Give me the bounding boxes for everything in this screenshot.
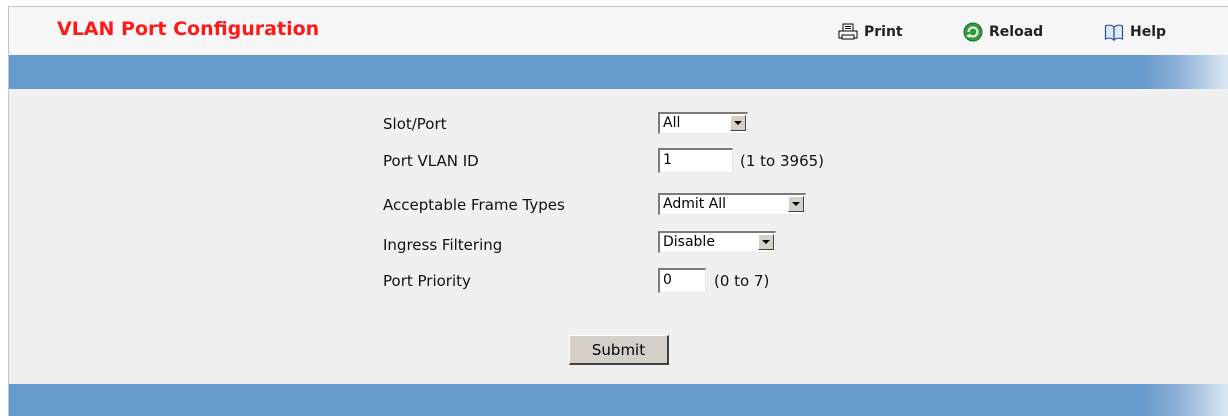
ingress-filtering-label: Ingress Filtering	[383, 236, 503, 254]
slot-port-dropdown-button[interactable]	[730, 115, 746, 131]
bottom-band	[9, 384, 1228, 416]
help-button[interactable]: Help	[1104, 22, 1166, 42]
chevron-down-icon	[762, 240, 770, 244]
page-title: VLAN Port Configuration	[57, 18, 320, 40]
print-button[interactable]: Print	[838, 22, 903, 42]
reload-icon	[963, 22, 983, 42]
submit-button[interactable]: Submit	[569, 335, 669, 365]
reload-button[interactable]: Reload	[963, 22, 1043, 42]
reload-label: Reload	[989, 24, 1044, 40]
port-vlan-id-label: Port VLAN ID	[383, 152, 479, 170]
slot-port-label: Slot/Port	[383, 115, 447, 133]
acceptable-frame-types-select[interactable]: Admit All	[658, 193, 806, 215]
print-label: Print	[864, 24, 903, 40]
ingress-filtering-dropdown-button[interactable]	[758, 234, 774, 250]
book-icon	[1104, 23, 1124, 41]
chevron-down-icon	[792, 202, 800, 206]
acceptable-frame-types-value: Admit All	[663, 196, 727, 212]
port-priority-input[interactable]: 0	[658, 268, 706, 293]
port-priority-range: (0 to 7)	[714, 272, 770, 290]
printer-icon	[838, 23, 858, 41]
port-priority-label: Port Priority	[383, 272, 471, 290]
ingress-filtering-select[interactable]: Disable	[658, 231, 776, 253]
slot-port-value: All	[663, 115, 681, 131]
acceptable-frame-types-label: Acceptable Frame Types	[383, 196, 565, 214]
port-vlan-id-range: (1 to 3965)	[740, 152, 825, 170]
ingress-filtering-value: Disable	[663, 234, 715, 250]
chevron-down-icon	[734, 121, 742, 125]
help-label: Help	[1130, 24, 1167, 40]
top-band	[9, 55, 1228, 89]
port-vlan-id-input[interactable]: 1	[658, 148, 733, 173]
slot-port-select[interactable]: All	[658, 112, 748, 134]
acceptable-frame-types-dropdown-button[interactable]	[788, 196, 804, 212]
